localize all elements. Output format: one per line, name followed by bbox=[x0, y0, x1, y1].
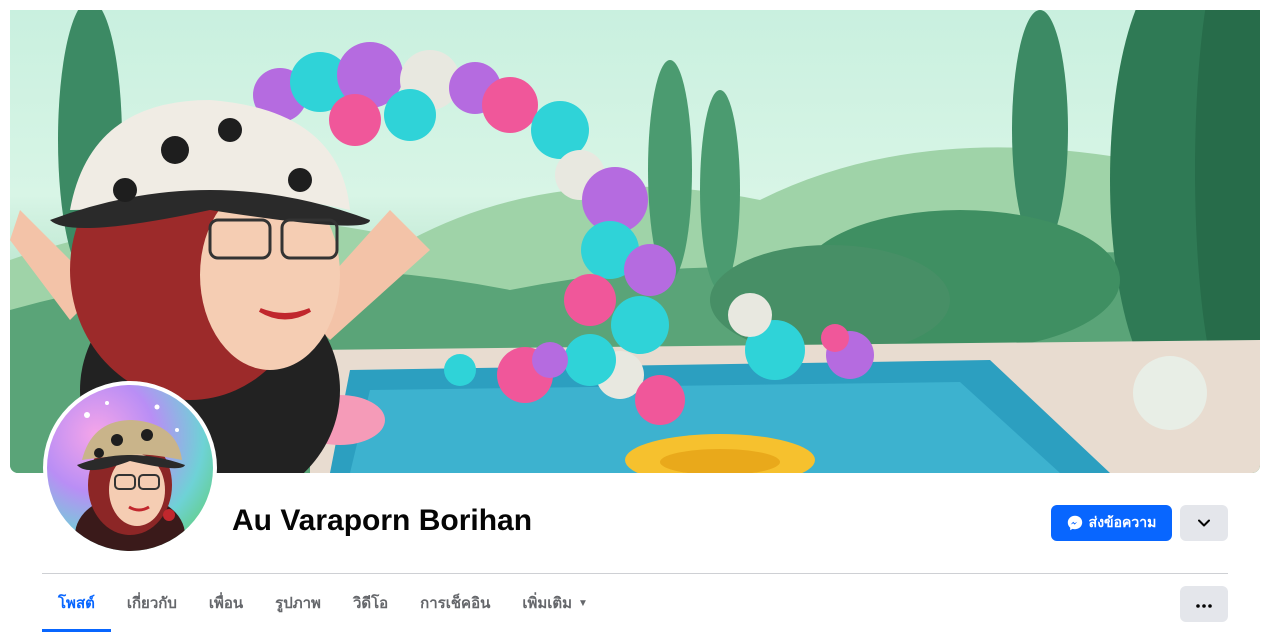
profile-name: Au Varaporn Borihan bbox=[232, 504, 533, 537]
tab-about[interactable]: เกี่ยวกับ bbox=[111, 574, 193, 632]
messenger-icon bbox=[1067, 515, 1083, 531]
tab-photos[interactable]: รูปภาพ bbox=[259, 574, 337, 632]
send-message-label: ส่งข้อความ bbox=[1088, 514, 1157, 530]
tab-posts[interactable]: โพสต์ bbox=[42, 574, 111, 632]
chevron-down-icon bbox=[1198, 514, 1210, 532]
tab-label: เพิ่มเติม bbox=[522, 595, 573, 612]
cover-photo[interactable] bbox=[10, 10, 1260, 473]
tab-label: รูปภาพ bbox=[275, 595, 321, 612]
avatar-image bbox=[47, 385, 213, 551]
tab-checkins[interactable]: การเช็คอิน bbox=[404, 574, 506, 632]
tab-label: โพสต์ bbox=[58, 595, 95, 612]
profile-tabs: โพสต์ เกี่ยวกับ เพื่อน รูปภาพ วิดีโอ การ… bbox=[42, 574, 604, 632]
profile-picture[interactable] bbox=[43, 381, 217, 555]
tab-more[interactable]: เพิ่มเติม ▼ bbox=[506, 574, 604, 632]
tab-friends[interactable]: เพื่อน bbox=[193, 574, 259, 632]
cover-illustration bbox=[10, 10, 1260, 473]
tab-videos[interactable]: วิดีโอ bbox=[337, 574, 404, 632]
tab-label: วิดีโอ bbox=[352, 595, 389, 612]
caret-down-icon: ▼ bbox=[578, 597, 588, 609]
tab-label: การเช็คอิน bbox=[420, 595, 491, 612]
more-options-button[interactable] bbox=[1180, 586, 1228, 622]
more-horizontal-icon bbox=[1196, 595, 1212, 613]
profile-actions-dropdown-button[interactable] bbox=[1180, 505, 1228, 541]
send-message-button[interactable]: ส่งข้อความ bbox=[1051, 505, 1172, 541]
tab-label: เพื่อน bbox=[208, 595, 244, 612]
tab-label: เกี่ยวกับ bbox=[126, 595, 177, 612]
